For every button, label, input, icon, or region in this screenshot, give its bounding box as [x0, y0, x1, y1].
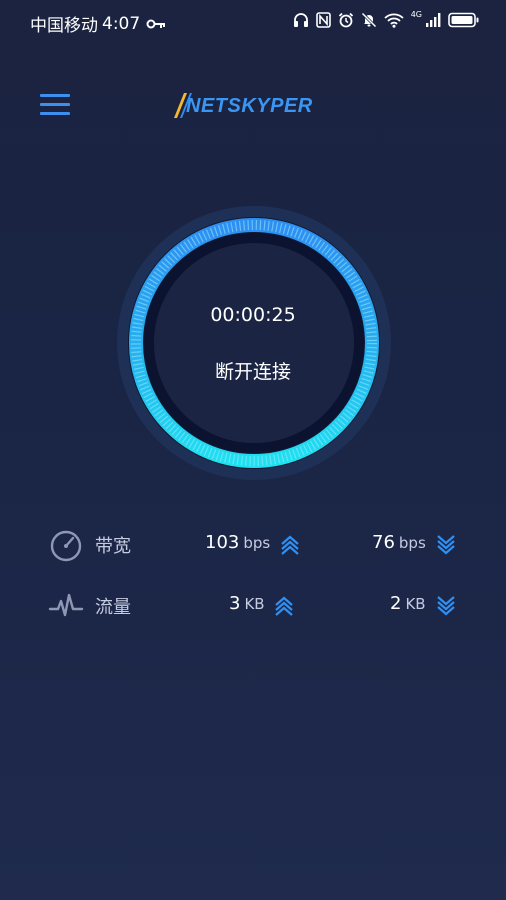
traffic-download-unit: KB: [405, 595, 426, 613]
elapsed-time: 00:00:25: [210, 304, 296, 326]
logo-text: NETSKYPER: [186, 95, 313, 117]
menu-icon-bar: [40, 112, 70, 115]
traffic-upload-value: 3: [229, 593, 241, 614]
bandwidth-download-unit: bps: [398, 534, 426, 552]
connection-dial[interactable]: [117, 206, 391, 480]
speedometer-icon: [48, 526, 84, 562]
bandwidth-upload-unit: bps: [243, 534, 271, 552]
bandwidth-download: 76 bps: [372, 532, 426, 553]
network-type: 4G: [410, 9, 422, 19]
menu-icon: [40, 94, 70, 97]
mute-icon: [361, 12, 377, 28]
traffic-download: 2 KB: [390, 593, 426, 614]
carrier-name: 中国移动: [30, 16, 98, 36]
disconnect-button[interactable]: 断开连接: [203, 357, 303, 384]
status-left: 中国移动 4:07: [30, 11, 166, 36]
bandwidth-upload-value: 103: [205, 532, 240, 553]
bandwidth-upload: 103 bps: [205, 532, 270, 553]
status-right: 4G: [293, 9, 480, 28]
wifi-icon: [384, 12, 404, 28]
traffic-upload: 3 KB: [229, 593, 265, 614]
pulse-icon: [48, 587, 84, 623]
app-logo: NETSKYPER: [170, 87, 340, 123]
traffic-row: 流量 3 KB 2 KB: [0, 585, 506, 625]
menu-button[interactable]: [40, 94, 72, 116]
bandwidth-label: 带宽: [95, 536, 131, 557]
upload-arrow-icon: [273, 595, 295, 617]
headphones-icon: [293, 12, 309, 28]
traffic-download-value: 2: [390, 593, 402, 614]
key-icon: [146, 18, 166, 30]
menu-icon-bar: [40, 103, 70, 106]
download-arrow-icon: [435, 595, 457, 617]
alarm-icon: [338, 12, 354, 28]
status-bar: 中国移动 4:07 4G: [0, 0, 506, 46]
battery-icon: [448, 12, 480, 28]
download-arrow-icon: [435, 534, 457, 556]
bandwidth-download-value: 76: [372, 532, 395, 553]
traffic-label: 流量: [95, 597, 131, 618]
signal-icon: [425, 12, 441, 28]
traffic-upload-unit: KB: [244, 595, 265, 613]
bandwidth-row: 带宽 103 bps 76 bps: [0, 524, 506, 564]
upload-arrow-icon: [279, 534, 301, 556]
status-time: 4:07: [102, 13, 141, 34]
nfc-icon: [315, 12, 331, 28]
